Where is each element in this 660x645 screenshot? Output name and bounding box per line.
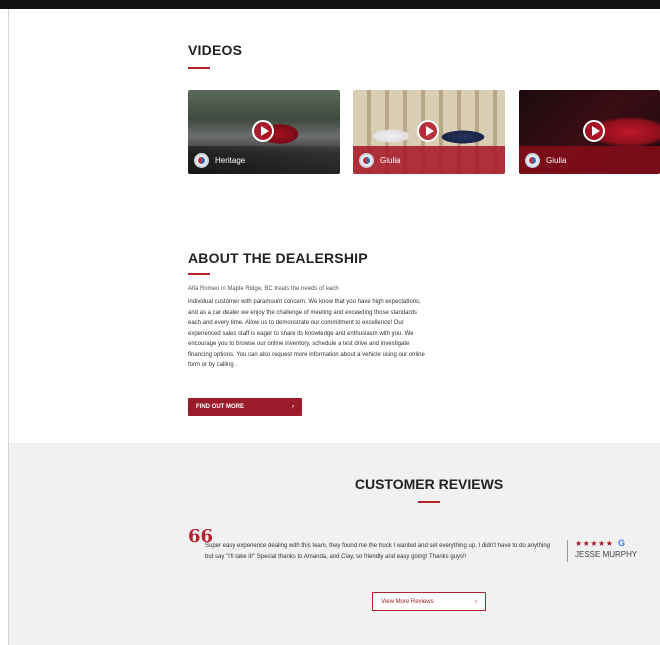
top-navigation-bar: [0, 0, 660, 9]
play-icon[interactable]: [252, 120, 274, 142]
reviews-title: CUSTOMER REVIEWS: [354, 476, 504, 492]
video-caption-bar: Giulia: [353, 146, 505, 174]
alfa-romeo-logo-icon: [525, 152, 540, 168]
reviews-title-underline: [418, 501, 440, 503]
reviewer-divider: [567, 540, 568, 562]
video-card-giulia-1[interactable]: Giulia: [353, 90, 505, 174]
find-out-more-label: FIND OUT MORE: [196, 404, 244, 410]
video-caption-bar: Giulia: [519, 146, 660, 174]
videos-title: VIDEOS: [188, 42, 243, 58]
video-caption: Giulia: [546, 155, 567, 165]
videos-title-underline: [188, 67, 210, 69]
video-card-heritage[interactable]: Heritage: [188, 90, 340, 174]
review-text: Super easy experience dealing with this …: [205, 543, 551, 560]
about-lead-text: Alfa Romeo in Maple Ridge, BC treats the…: [188, 286, 339, 292]
view-more-reviews-label: View More Reviews: [381, 598, 434, 605]
about-body-text: individual customer with paramount conce…: [188, 299, 425, 368]
chevron-right-icon: ›: [292, 404, 294, 410]
find-out-more-button[interactable]: FIND OUT MORE ›: [188, 398, 302, 416]
play-icon[interactable]: [417, 120, 439, 142]
star-rating-icon: ★★★★★: [575, 539, 614, 548]
google-icon: G: [618, 538, 626, 548]
about-title-underline: [188, 273, 210, 275]
video-caption: Heritage: [215, 155, 246, 165]
video-caption: Giulia: [380, 155, 401, 165]
play-icon[interactable]: [583, 120, 605, 142]
about-title: ABOUT THE DEALERSHIP: [188, 250, 368, 266]
video-caption-bar: Heritage: [188, 146, 340, 174]
reviewer-name: JESSE MURPHY: [575, 550, 638, 559]
view-more-reviews-button[interactable]: View More Reviews ›: [372, 592, 486, 611]
alfa-romeo-logo-icon: [359, 152, 374, 168]
alfa-romeo-logo-icon: [194, 152, 209, 168]
video-card-giulia-2[interactable]: Giulia: [519, 90, 660, 174]
chevron-right-icon: ›: [475, 598, 477, 605]
